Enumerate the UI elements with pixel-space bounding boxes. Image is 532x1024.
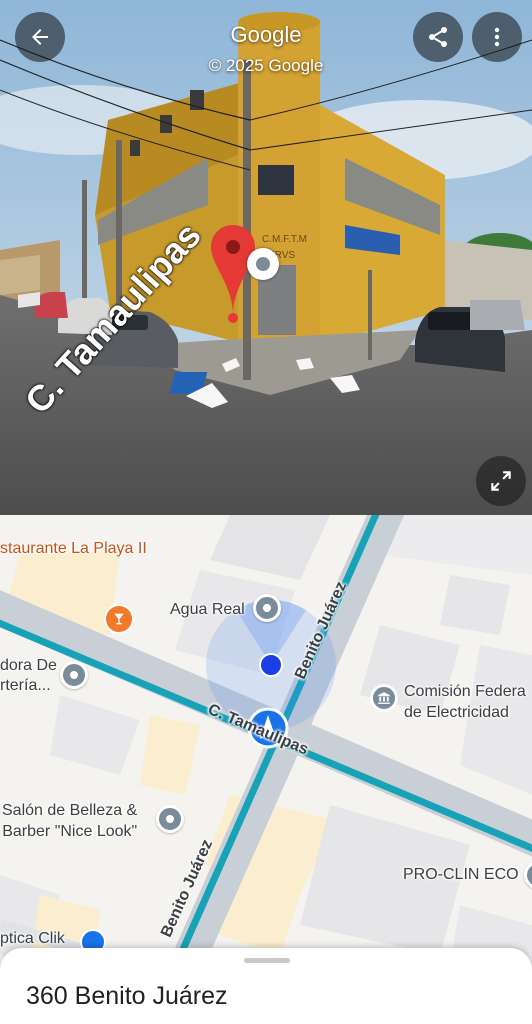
government-icon[interactable]	[370, 684, 398, 712]
svg-text:C.M.F.T.M: C.M.F.T.M	[262, 234, 307, 245]
share-icon	[429, 27, 447, 47]
arrow-back-icon	[32, 29, 48, 45]
fullscreen-icon	[491, 471, 511, 491]
share-button[interactable]	[413, 12, 463, 62]
place-pin-icon[interactable]	[156, 805, 184, 833]
app-root: C.M.F.T.M ERVS Google © 2025 Google C. T…	[0, 0, 532, 1024]
address-title: 360 Benito Juárez	[26, 982, 228, 1010]
drag-handle[interactable]	[244, 958, 290, 963]
copyright-text: © 2025 Google	[208, 56, 324, 75]
place-label[interactable]: PRO-CLIN ECO	[403, 866, 519, 884]
more-options-button[interactable]	[472, 12, 522, 62]
more-vert-icon	[494, 27, 500, 47]
place-label[interactable]: Salón de Belleza & Barber "Nice Look"	[2, 800, 137, 842]
place-pin-icon[interactable]	[60, 661, 88, 689]
back-button[interactable]	[15, 12, 65, 62]
place-label[interactable]: dora De rtería...	[0, 656, 57, 696]
place-label[interactable]: Comisión Federa de Electricidad	[404, 681, 526, 723]
place-label[interactable]: ptica Clik	[0, 930, 65, 948]
view-direction-icon	[247, 248, 279, 280]
bottom-sheet[interactable]: 360 Benito Juárez	[0, 948, 532, 1024]
place-label[interactable]: Agua Real	[170, 601, 245, 619]
restaurant-pin-icon[interactable]	[104, 604, 134, 634]
street-view-panel[interactable]: C.M.F.T.M ERVS Google © 2025 Google C. T…	[0, 0, 532, 515]
fullscreen-button[interactable]	[476, 456, 526, 506]
place-label[interactable]: staurante La Playa II	[0, 540, 147, 558]
place-pin-icon[interactable]	[253, 594, 281, 622]
